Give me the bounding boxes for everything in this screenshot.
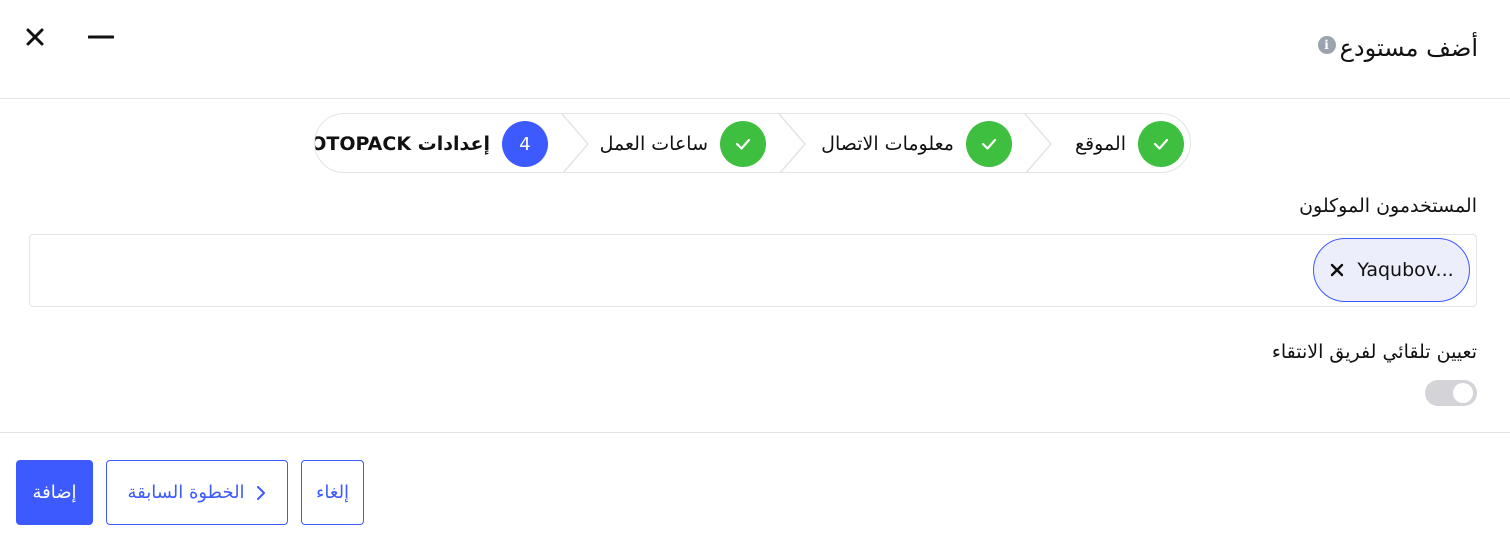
step-contact[interactable]: معلومات الاتصال [821, 114, 1012, 172]
dialog-header: أضف مستودع i [0, 0, 1510, 99]
cancel-button[interactable]: إلغاء [301, 460, 364, 525]
step-number: 4 [502, 121, 548, 167]
stepper: الموقع معلومات الاتصال ساعات العمل 4 إعد… [314, 113, 1191, 173]
step-label: الموقع [1074, 133, 1126, 155]
step-separator [561, 114, 589, 172]
step-hours[interactable]: ساعات العمل [599, 114, 766, 172]
step-separator [778, 114, 806, 172]
close-icon[interactable] [22, 24, 48, 50]
check-icon [1138, 121, 1184, 167]
auto-assign-toggle[interactable] [1425, 380, 1477, 406]
step-label: معلومات الاتصال [821, 133, 954, 155]
step-label: ساعات العمل [599, 133, 708, 155]
step-separator [1024, 114, 1052, 172]
title-wrap: أضف مستودع i [1317, 34, 1478, 62]
user-chip-label: Yaqubov... [1357, 259, 1454, 281]
auto-assign-label: تعيين تلقائي لفريق الانتقاء [1271, 341, 1477, 363]
toggle-knob [1453, 383, 1473, 403]
step-label: إعدادات OTOPACK [314, 133, 490, 155]
dialog-title: أضف مستودع [1339, 34, 1478, 62]
check-icon [720, 121, 766, 167]
step-location[interactable]: الموقع [1074, 114, 1184, 172]
assigned-users-label: المستخدمون الموكلون [1299, 195, 1477, 217]
user-chip[interactable]: Yaqubov... [1313, 238, 1470, 302]
check-icon [966, 121, 1012, 167]
assigned-users-input[interactable]: Yaqubov... [29, 234, 1477, 307]
footer-divider [0, 432, 1510, 433]
add-button[interactable]: إضافة [16, 460, 93, 525]
chevron-right-icon [256, 485, 265, 500]
previous-step-label: الخطوة السابقة [127, 482, 245, 503]
info-icon[interactable]: i [1317, 36, 1336, 54]
step-otopack[interactable]: 4 إعدادات OTOPACK [314, 114, 548, 172]
minimize-icon[interactable] [87, 24, 115, 50]
previous-step-button[interactable]: الخطوة السابقة [106, 460, 288, 525]
remove-chip-icon[interactable] [1329, 262, 1345, 278]
